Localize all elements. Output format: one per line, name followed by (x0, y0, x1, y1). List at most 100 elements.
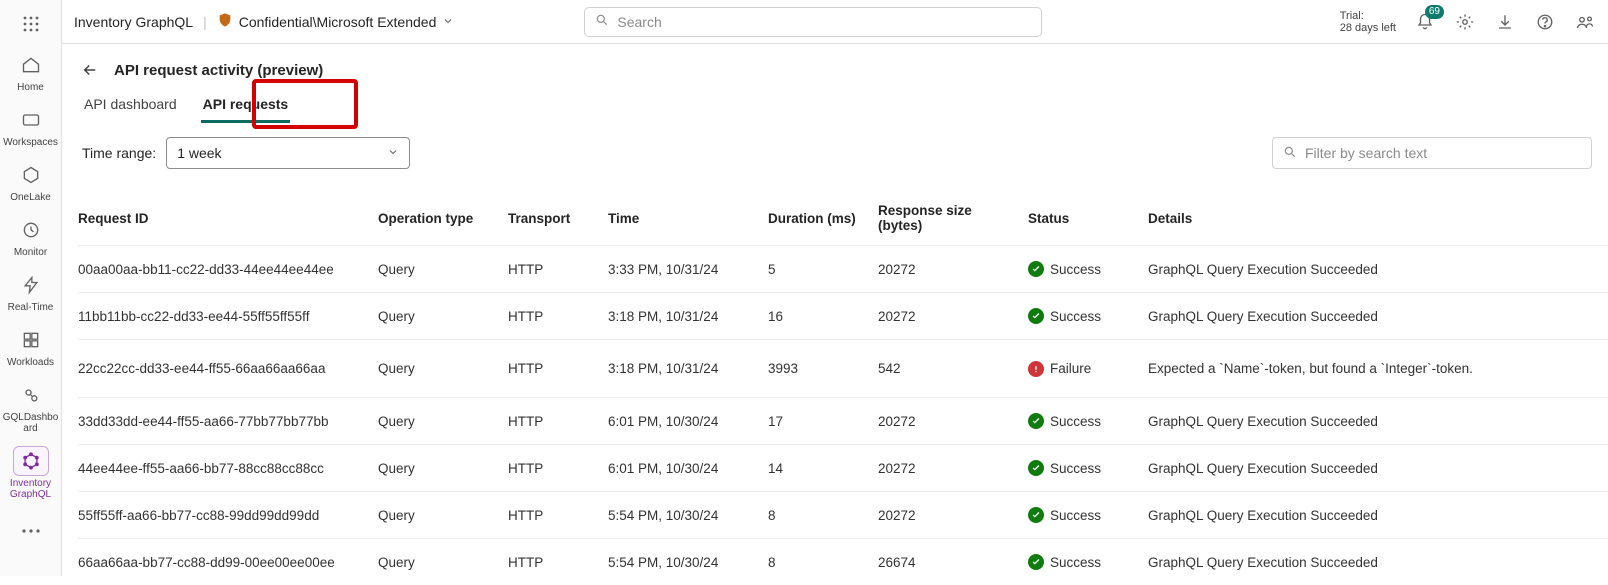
chevron-down-icon (442, 14, 454, 30)
table-row[interactable]: 22cc22cc-dd33-ee44-ff55-66aa66aa66aaQuer… (78, 339, 1608, 397)
cell-details: GraphQL Query Execution Succeeded (1148, 461, 1608, 476)
settings-button[interactable] (1454, 11, 1476, 33)
cell-duration: 5 (768, 262, 878, 277)
checkmark-icon (1028, 507, 1044, 523)
cell-duration: 14 (768, 461, 878, 476)
breadcrumb-item[interactable]: Inventory GraphQL (74, 14, 193, 30)
table-header: Request ID Operation type Transport Time… (78, 203, 1608, 245)
status-text: Success (1050, 508, 1101, 523)
sidebar-item-label: Workspaces (3, 137, 58, 148)
cell-transport: HTTP (508, 555, 608, 570)
cell-time: 3:18 PM, 10/31/24 (608, 309, 768, 324)
tab-api-requests[interactable]: API requests (201, 90, 291, 123)
time-range-select[interactable]: 1 week (166, 137, 410, 169)
app-launcher-icon[interactable] (17, 10, 45, 38)
cell-duration: 16 (768, 309, 878, 324)
checkmark-icon (1028, 554, 1044, 570)
cell-time: 3:18 PM, 10/31/24 (608, 361, 768, 376)
cell-transport: HTTP (508, 414, 608, 429)
cell-transport: HTTP (508, 508, 608, 523)
cell-operation-type: Query (378, 555, 508, 570)
sidebar-item-workspaces[interactable]: Workspaces (0, 99, 62, 154)
help-button[interactable] (1534, 11, 1556, 33)
page-content: API request activity (preview) API dashb… (70, 50, 1608, 576)
sidebar-item-onelake[interactable]: OneLake (0, 154, 62, 209)
sidebar-item-workloads[interactable]: Workloads (0, 319, 62, 374)
cell-operation-type: Query (378, 361, 508, 376)
notifications-button[interactable]: 69 (1414, 11, 1436, 33)
tab-api-dashboard[interactable]: API dashboard (82, 90, 179, 123)
home-icon (13, 50, 49, 80)
download-button[interactable] (1494, 11, 1516, 33)
sidebar-item-realtime[interactable]: Real-Time (0, 264, 62, 319)
table-row[interactable]: 44ee44ee-ff55-aa66-bb77-88cc88cc88ccQuer… (78, 444, 1608, 491)
cell-size: 20272 (878, 262, 1028, 277)
time-range-value: 1 week (177, 145, 221, 161)
cell-request-id: 44ee44ee-ff55-aa66-bb77-88cc88cc88cc (78, 461, 378, 476)
filter-toolbar: Time range: 1 week Filter by search text (78, 137, 1608, 169)
more-icon (13, 516, 49, 546)
top-bar: Inventory GraphQL | Confidential\Microso… (62, 0, 1608, 44)
status-text: Success (1050, 262, 1101, 277)
cell-operation-type: Query (378, 508, 508, 523)
cell-details: GraphQL Query Execution Succeeded (1148, 508, 1608, 523)
filter-search-input[interactable]: Filter by search text (1272, 137, 1592, 169)
cell-time: 5:54 PM, 10/30/24 (608, 508, 768, 523)
time-range-label: Time range: (78, 145, 156, 161)
col-response-size[interactable]: Response size (bytes) (878, 203, 1028, 233)
cell-size: 542 (878, 361, 1028, 376)
col-operation-type[interactable]: Operation type (378, 211, 508, 226)
sensitivity-dropdown[interactable]: Confidential\Microsoft Extended (217, 12, 455, 31)
trial-label: Trial: (1340, 10, 1396, 22)
cell-duration: 3993 (768, 361, 878, 376)
cell-status: Success (1028, 460, 1148, 476)
account-button[interactable] (1574, 11, 1596, 33)
status-text: Success (1050, 461, 1101, 476)
sidebar-item-home[interactable]: Home (0, 44, 62, 99)
cell-status: Success (1028, 261, 1148, 277)
cell-duration: 8 (768, 555, 878, 570)
col-request-id[interactable]: Request ID (78, 211, 378, 226)
global-search-input[interactable]: Search (584, 7, 1042, 37)
table-row[interactable]: 55ff55ff-aa66-bb77-cc88-99dd99dd99ddQuer… (78, 491, 1608, 538)
col-status[interactable]: Status (1028, 211, 1148, 226)
sidebar-item-gqldashboard[interactable]: GQLDashboard (0, 374, 62, 440)
cell-details: GraphQL Query Execution Succeeded (1148, 414, 1608, 429)
table-row[interactable]: 33dd33dd-ee44-ff55-aa66-77bb77bb77bbQuer… (78, 397, 1608, 444)
table-row[interactable]: 66aa66aa-bb77-cc88-dd99-00ee00ee00eeQuer… (78, 538, 1608, 585)
sidebar-item-monitor[interactable]: Monitor (0, 209, 62, 264)
sidebar-item-label: OneLake (10, 192, 51, 203)
cell-size: 20272 (878, 309, 1028, 324)
back-button[interactable] (78, 58, 102, 82)
status-text: Success (1050, 414, 1101, 429)
table-row[interactable]: 00aa00aa-bb11-cc22-dd33-44ee44ee44eeQuer… (78, 245, 1608, 292)
cell-transport: HTTP (508, 461, 608, 476)
cell-transport: HTTP (508, 262, 608, 277)
status-text: Failure (1050, 361, 1091, 376)
chevron-down-icon (387, 145, 399, 161)
sidebar-item-inventory-graphql[interactable]: Inventory GraphQL (0, 440, 62, 506)
breadcrumb-separator: | (203, 14, 207, 30)
top-right-actions: Trial: 28 days left 69 (1340, 10, 1596, 34)
tab-bar: API dashboard API requests (78, 90, 1608, 123)
requests-table: Request ID Operation type Transport Time… (78, 203, 1608, 585)
col-details[interactable]: Details (1148, 211, 1608, 226)
cell-details: GraphQL Query Execution Succeeded (1148, 262, 1608, 277)
sidebar-item-more[interactable] (0, 510, 62, 552)
col-duration[interactable]: Duration (ms) (768, 211, 878, 226)
cell-status: Failure (1028, 361, 1148, 377)
page-title: API request activity (preview) (114, 62, 323, 79)
cell-size: 20272 (878, 414, 1028, 429)
error-icon (1028, 361, 1044, 377)
sidebar-item-label: Inventory GraphQL (2, 478, 60, 500)
table-row[interactable]: 11bb11bb-cc22-dd33-ee44-55ff55ff55ffQuer… (78, 292, 1608, 339)
filter-placeholder: Filter by search text (1305, 145, 1427, 161)
shield-icon (217, 12, 233, 31)
cell-request-id: 33dd33dd-ee44-ff55-aa66-77bb77bb77bb (78, 414, 378, 429)
checkmark-icon (1028, 413, 1044, 429)
sensitivity-label: Confidential\Microsoft Extended (239, 14, 437, 30)
col-transport[interactable]: Transport (508, 211, 608, 226)
trial-remaining: 28 days left (1340, 22, 1396, 34)
col-time[interactable]: Time (608, 211, 768, 226)
graphql-icon (13, 446, 49, 476)
